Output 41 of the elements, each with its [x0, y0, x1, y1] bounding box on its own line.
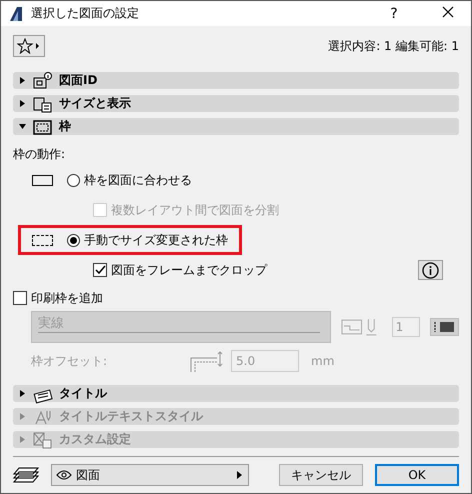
star-icon: [17, 38, 41, 54]
section-header[interactable]: サイズと表示: [13, 95, 459, 112]
option-label: 枠を図面に合わせる: [84, 172, 192, 188]
caret-icon: [237, 471, 242, 479]
favorites-button[interactable]: [13, 35, 45, 57]
checkbox[interactable]: [93, 263, 107, 277]
fill-pattern-button[interactable]: [430, 318, 459, 336]
expand-triangle-icon: [19, 390, 26, 397]
cancel-button[interactable]: キャンセル: [279, 464, 363, 486]
radio-button[interactable]: [67, 234, 80, 246]
unit-label: mm: [311, 354, 334, 368]
checkbox-label: 印刷枠を追加: [31, 290, 103, 306]
layers-icon: [13, 466, 39, 484]
offset-label: 枠オフセット:: [31, 352, 108, 370]
window-title: 選択した図面の設定: [31, 5, 140, 22]
frame-icon: [32, 174, 53, 186]
checkbox-label: 図面をフレームまでクロップ: [111, 262, 267, 278]
checkbox[interactable]: [13, 291, 27, 305]
view-dropdown[interactable]: 図面: [51, 464, 249, 486]
offset-icon: [189, 350, 225, 372]
section-header[interactable]: タイトル: [13, 385, 459, 402]
selection-info: 選択内容: 1 編集可能: 1: [328, 38, 459, 54]
expand-triangle-icon: [19, 413, 26, 420]
collapse-triangle-icon: [19, 123, 26, 130]
section-header[interactable]: 図面ID: [13, 72, 459, 89]
expand-triangle-icon: [19, 77, 26, 84]
radio-button[interactable]: [67, 174, 80, 186]
app-logo-icon: [9, 6, 23, 22]
expand-triangle-icon: [19, 100, 26, 107]
ok-button[interactable]: OK: [375, 464, 459, 486]
pattern-icon: [432, 321, 456, 333]
close-icon: [442, 6, 454, 18]
section-header[interactable]: 枠: [13, 118, 459, 135]
help-button[interactable]: ?: [371, 6, 417, 22]
behavior-label: 枠の動作:: [13, 146, 66, 162]
frame-icon: [32, 234, 53, 246]
checkbox-label: 複数レイアウト間で図面を分割: [111, 202, 279, 218]
info-icon[interactable]: [418, 260, 443, 280]
expand-triangle-icon: [19, 436, 26, 443]
option-label: 手動でサイズ変更された枠: [84, 232, 228, 248]
eye-icon: [56, 470, 72, 480]
